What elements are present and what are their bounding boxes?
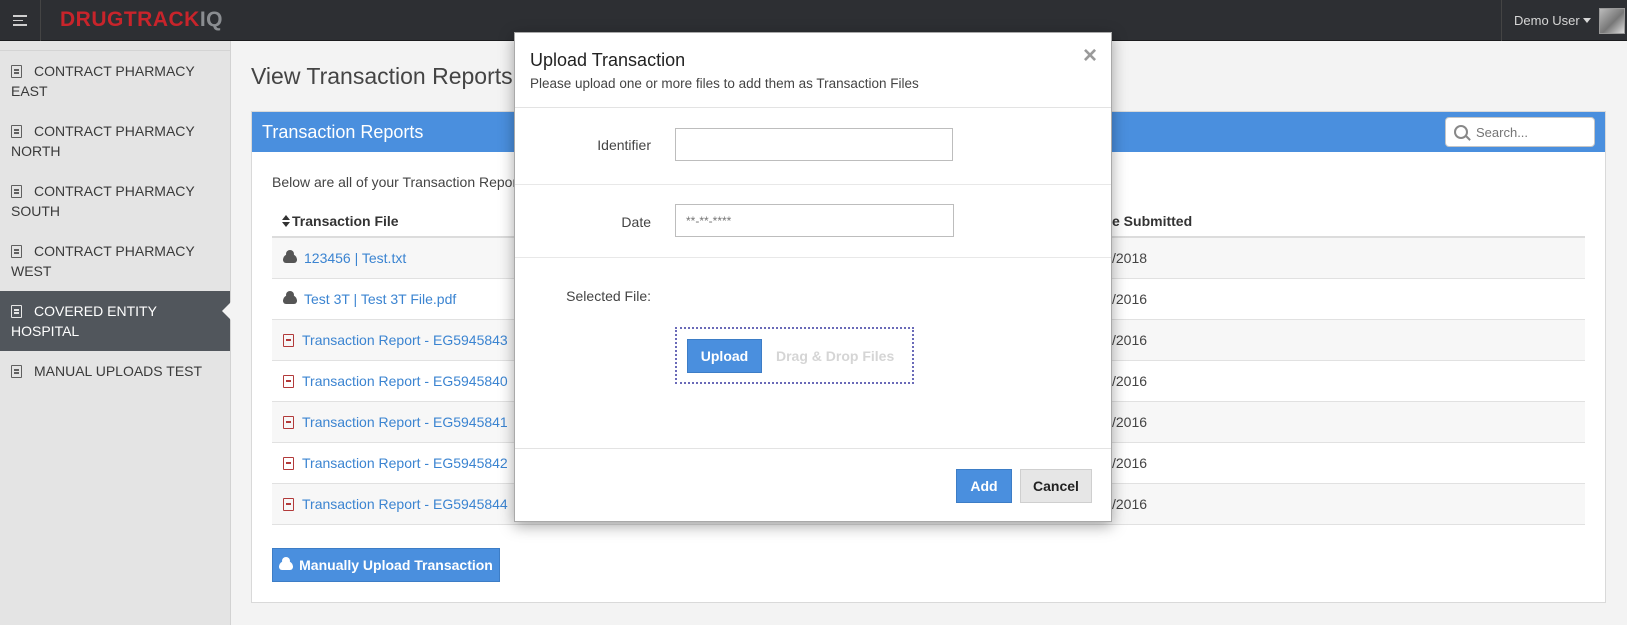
clipboard-icon	[11, 185, 22, 198]
clipboard-icon	[11, 245, 22, 258]
modal-subtitle: Please upload one or more files to add t…	[530, 76, 919, 91]
selected-file-row: Selected File: Upload Drag & Drop Files	[515, 258, 1111, 446]
sidebar-item-contract-pharmacy-north[interactable]: CONTRACT PHARMACY NORTH	[0, 111, 230, 171]
clipboard-icon	[11, 65, 22, 78]
sidebar: CONTRACT PHARMACY EAST CONTRACT PHARMACY…	[0, 41, 231, 625]
identifier-row: Identifier	[515, 108, 1111, 185]
logo-track: TRACK	[123, 8, 200, 31]
transaction-file-link[interactable]: Transaction Report - EG5945844	[283, 496, 508, 512]
file-name: 123456 | Test.txt	[304, 250, 407, 266]
date-submitted: /2016	[1112, 455, 1148, 471]
sidebar-item-label: CONTRACT PHARMACY EAST	[11, 63, 195, 99]
file-name: Transaction Report - EG5945842	[302, 455, 508, 471]
sidebar-item-label: MANUAL UPLOADS TEST	[34, 363, 203, 379]
avatar	[1598, 7, 1625, 34]
transaction-file-link[interactable]: Transaction Report - EG5945840	[283, 373, 508, 389]
close-icon[interactable]: ×	[1083, 43, 1097, 69]
file-name: Test 3T | Test 3T File.pdf	[304, 291, 457, 307]
logo-drug: DRUG	[60, 8, 124, 31]
sidebar-item-contract-pharmacy-south[interactable]: CONTRACT PHARMACY SOUTH	[0, 171, 230, 231]
panel-title: Transaction Reports	[262, 122, 424, 142]
cloud-download-icon	[283, 291, 297, 304]
column-header-date-submitted[interactable]: e Submitted	[1112, 213, 1192, 229]
app-logo[interactable]: DRUGTRACKIQ	[60, 8, 223, 32]
cloud-download-icon	[283, 250, 297, 263]
identifier-field[interactable]	[675, 128, 953, 161]
button-label: Manually Upload Transaction	[299, 557, 493, 573]
sidebar-item-manual-uploads-test[interactable]: MANUAL UPLOADS TEST	[0, 351, 230, 391]
add-button[interactable]: Add	[956, 469, 1012, 503]
date-submitted: /2018	[1112, 250, 1148, 266]
sidebar-item-covered-entity-hospital[interactable]: COVERED ENTITY HOSPITAL	[0, 291, 231, 351]
search-input[interactable]	[1476, 124, 1576, 140]
sidebar-item-label: COVERED ENTITY HOSPITAL	[11, 303, 157, 339]
pdf-file-icon	[283, 334, 294, 347]
date-submitted: /2016	[1112, 414, 1148, 430]
file-drop-zone[interactable]: Upload Drag & Drop Files	[675, 327, 914, 384]
manually-upload-transaction-button[interactable]: Manually Upload Transaction	[272, 548, 500, 582]
date-submitted: /2016	[1112, 373, 1148, 389]
date-label: Date	[621, 214, 651, 230]
sidebar-item-label: CONTRACT PHARMACY WEST	[11, 243, 195, 279]
caret-down-icon	[1582, 18, 1591, 23]
cancel-button[interactable]: Cancel	[1020, 469, 1092, 503]
file-name: Transaction Report - EG5945840	[302, 373, 508, 389]
column-header-transaction-file[interactable]: Transaction File	[282, 213, 399, 229]
column-label: Transaction File	[292, 213, 399, 229]
sort-icon	[282, 215, 290, 227]
transaction-file-link[interactable]: 123456 | Test.txt	[283, 250, 406, 266]
upload-transaction-modal: Upload Transaction Please upload one or …	[514, 32, 1112, 522]
modal-footer: Add Cancel	[515, 448, 1111, 521]
cloud-upload-icon	[279, 556, 294, 570]
sidebar-divider	[0, 41, 230, 51]
pdf-file-icon	[283, 375, 294, 388]
clipboard-icon	[11, 125, 22, 138]
transaction-file-link[interactable]: Test 3T | Test 3T File.pdf	[283, 291, 456, 307]
search-icon	[1454, 125, 1468, 139]
file-name: Transaction Report - EG5945844	[302, 496, 508, 512]
date-field[interactable]	[675, 204, 954, 237]
sidebar-item-label: CONTRACT PHARMACY NORTH	[11, 123, 195, 159]
identifier-label: Identifier	[597, 137, 651, 153]
pdf-file-icon	[283, 416, 294, 429]
pdf-file-icon	[283, 498, 294, 511]
user-name: Demo User	[1514, 13, 1580, 28]
page-title: View Transaction Reports	[251, 63, 513, 89]
drag-drop-hint: Drag & Drop Files	[776, 347, 895, 364]
search-box[interactable]	[1445, 117, 1595, 147]
date-submitted: /2016	[1112, 291, 1148, 307]
file-name: Transaction Report - EG5945843	[302, 332, 508, 348]
transaction-file-link[interactable]: Transaction Report - EG5945843	[283, 332, 508, 348]
file-name: Transaction Report - EG5945841	[302, 414, 508, 430]
sidebar-item-label: CONTRACT PHARMACY SOUTH	[11, 183, 195, 219]
clipboard-icon	[11, 365, 22, 378]
clipboard-icon	[11, 305, 22, 318]
logo-iq: IQ	[199, 8, 224, 31]
modal-title: Upload Transaction	[530, 50, 686, 70]
transaction-file-link[interactable]: Transaction Report - EG5945841	[283, 414, 508, 430]
sidebar-item-contract-pharmacy-west[interactable]: CONTRACT PHARMACY WEST	[0, 231, 230, 291]
pdf-file-icon	[283, 457, 294, 470]
upload-button[interactable]: Upload	[687, 338, 762, 373]
date-submitted: /2016	[1112, 332, 1148, 348]
date-row: Date	[515, 185, 1111, 258]
modal-header: Upload Transaction Please upload one or …	[515, 33, 1111, 108]
panel-description: Below are all of your Transaction Repor	[272, 174, 518, 190]
hamburger-menu-icon[interactable]	[0, 0, 41, 41]
user-menu[interactable]: Demo User	[1501, 0, 1627, 41]
date-submitted: /2016	[1112, 496, 1148, 512]
sidebar-item-contract-pharmacy-east[interactable]: CONTRACT PHARMACY EAST	[0, 51, 230, 111]
selected-file-label: Selected File:	[566, 288, 651, 304]
transaction-file-link[interactable]: Transaction Report - EG5945842	[283, 455, 508, 471]
